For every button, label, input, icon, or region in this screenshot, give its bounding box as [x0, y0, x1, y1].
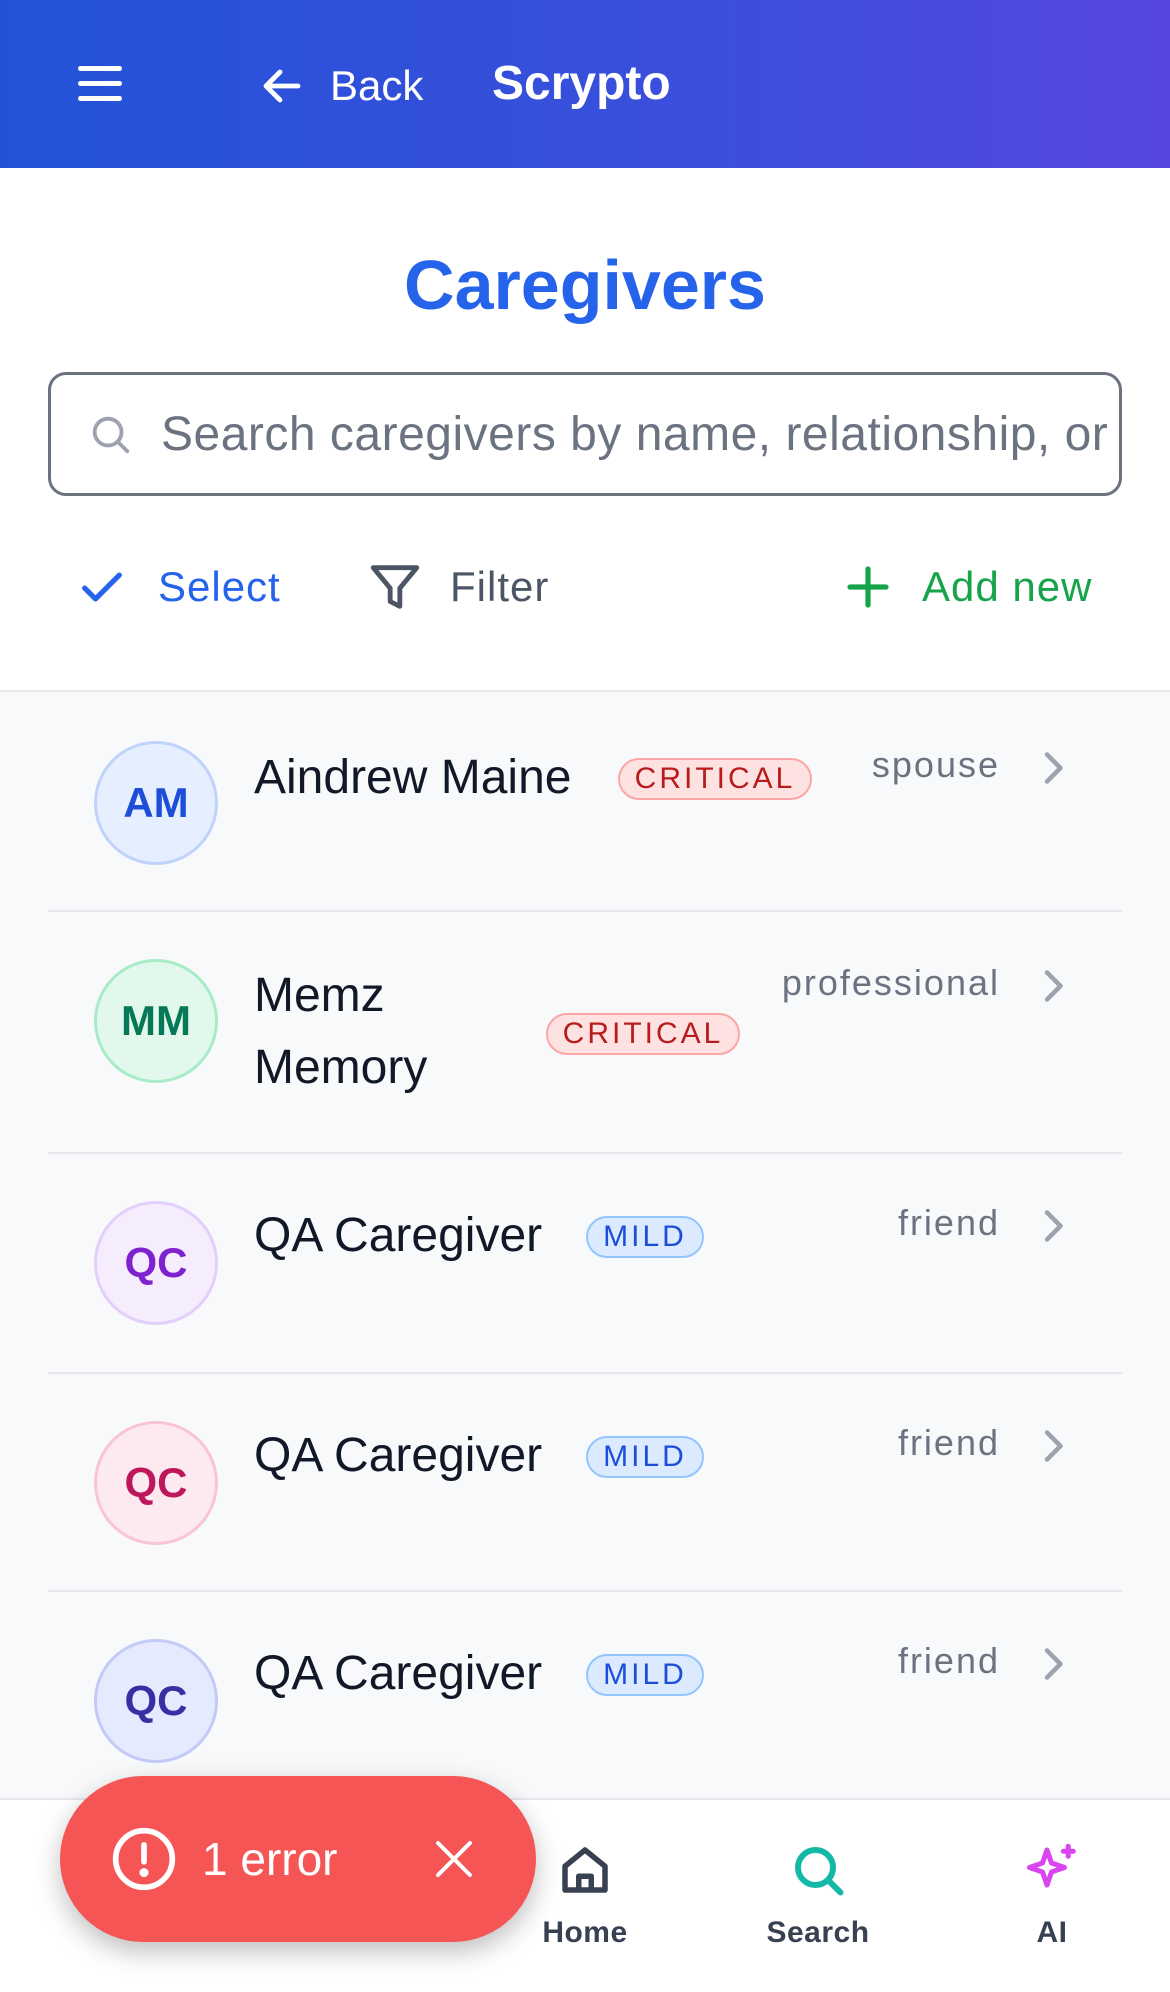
caregiver-name: QA Caregiver: [254, 1429, 543, 1482]
add-new-button[interactable]: Add new: [844, 552, 1092, 622]
back-label: Back: [330, 62, 424, 109]
close-icon[interactable]: [430, 1835, 478, 1883]
error-toast[interactable]: 1 error: [60, 1776, 536, 1942]
relationship-label: friend: [897, 1640, 1000, 1681]
avatar: QC: [94, 1201, 218, 1325]
caregiver-name: QA Caregiver: [254, 1209, 543, 1262]
relationship-label: friend: [897, 1422, 1000, 1463]
avatar: QC: [94, 1421, 218, 1545]
caregiver-row[interactable]: QC QA Caregiver MILD friend: [48, 1374, 1122, 1592]
nav-home-label: Home: [542, 1916, 628, 1949]
severity-badge: CRITICAL: [546, 1013, 740, 1055]
nav-search[interactable]: Search: [738, 1840, 898, 1950]
relationship-label: spouse: [871, 744, 1000, 785]
chevron-right-icon: [1044, 752, 1063, 784]
avatar-initials: QC: [124, 1677, 188, 1724]
caregiver-row[interactable]: AM Aindrew Maine CRITICAL spouse: [48, 692, 1122, 912]
avatar-initials: QC: [124, 1239, 188, 1286]
avatar-initials: AM: [123, 779, 189, 826]
caregiver-row[interactable]: MM Memz Memory CRITICAL professional: [48, 912, 1122, 1154]
severity-badge: MILD: [586, 1654, 704, 1696]
back-button[interactable]: Back: [258, 58, 423, 114]
app-title: Scrypto: [492, 57, 671, 110]
home-icon: [562, 1847, 608, 1893]
add-new-label: Add new: [922, 563, 1093, 610]
list-toolbar: Select Filter Add new: [0, 552, 1170, 622]
nav-search-label: Search: [766, 1916, 870, 1949]
severity-badge: MILD: [586, 1216, 704, 1258]
caregiver-row[interactable]: QC QA Caregiver MILD friend: [48, 1154, 1122, 1374]
relationship-label: professional: [781, 962, 1000, 1003]
nav-ai[interactable]: AI: [972, 1840, 1132, 1950]
caregiver-name-line-1: Memz: [254, 969, 385, 1022]
search-box[interactable]: [48, 372, 1122, 496]
caregiver-name: Aindrew Maine: [254, 751, 572, 804]
chevron-right-icon: [1044, 1648, 1063, 1680]
avatar: AM: [94, 741, 218, 865]
avatar: QC: [94, 1639, 218, 1763]
select-button[interactable]: Select: [76, 552, 281, 622]
search-icon: [795, 1847, 844, 1896]
top-app-bar: Back Scrypto: [0, 0, 1170, 168]
avatar-initials: MM: [121, 997, 191, 1044]
error-count-text: 1 error: [202, 1833, 338, 1885]
chevron-right-icon: [1044, 1430, 1063, 1462]
severity-badge: CRITICAL: [618, 758, 812, 800]
page-title: Caregivers: [404, 246, 766, 324]
search-input[interactable]: [161, 406, 1119, 462]
chevron-right-icon: [1044, 970, 1063, 1002]
plus-icon: [847, 566, 889, 608]
arrow-left-icon: [263, 69, 301, 103]
caregiver-name: Memz Memory: [254, 960, 427, 1104]
caregiver-name: QA Caregiver: [254, 1647, 543, 1700]
alert-circle-icon: [112, 1827, 176, 1891]
severity-badge: MILD: [586, 1436, 704, 1478]
filter-icon: [370, 565, 420, 609]
chevron-right-icon: [1044, 1210, 1063, 1242]
hamburger-menu-icon[interactable]: [78, 66, 126, 106]
avatar: MM: [94, 959, 218, 1083]
filter-label: Filter: [450, 563, 550, 610]
relationship-label: friend: [897, 1202, 1000, 1243]
sparkle-icon: [1027, 1843, 1076, 1888]
check-icon: [82, 572, 122, 602]
select-label: Select: [158, 563, 281, 610]
caregiver-name-line-2: Memory: [254, 1041, 428, 1094]
search-icon: [92, 416, 130, 454]
filter-button[interactable]: Filter: [366, 552, 549, 622]
nav-ai-label: AI: [1036, 1916, 1068, 1949]
avatar-initials: QC: [124, 1459, 188, 1506]
